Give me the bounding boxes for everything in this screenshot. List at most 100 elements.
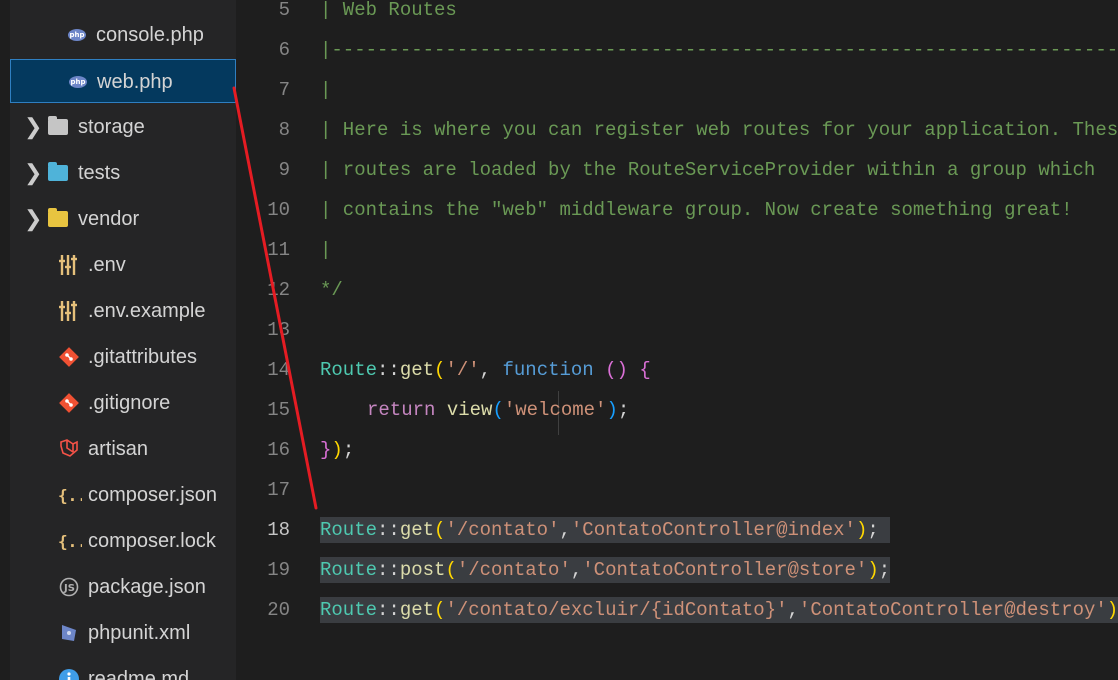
svg-text:{..}: {..}: [58, 532, 82, 551]
line-number: 13: [267, 319, 290, 341]
code-route-index: Route::get('/contato','ContatoController…: [320, 516, 891, 544]
file-tree-item[interactable]: phpunit.xml: [10, 611, 236, 655]
token-class: Route: [320, 519, 378, 541]
token-string: '/contato': [445, 519, 560, 541]
token-paren: ): [331, 439, 343, 461]
code-line-active[interactable]: 18 Route::get('/contato','ContatoControl…: [236, 508, 1118, 552]
file-tree-item[interactable]: .gitattributes: [10, 335, 236, 379]
chevron-right-icon[interactable]: ❯: [24, 207, 42, 231]
file-tree-item[interactable]: ❯ tests: [10, 151, 236, 195]
code-comment: |: [320, 239, 332, 261]
code-comment: |: [320, 79, 332, 101]
token-function: get: [399, 519, 435, 541]
token-function: view: [446, 399, 493, 421]
chevron-right-icon[interactable]: ❯: [24, 115, 42, 139]
code-return: return view('welcome');: [367, 396, 629, 424]
code-line[interactable]: 9 | routes are loaded by the RouteServic…: [236, 148, 1118, 192]
file-tree-item[interactable]: .gitignore: [10, 381, 236, 425]
code-close: });: [320, 436, 354, 464]
token-string: '/contato': [456, 559, 571, 581]
token-paren: ): [855, 519, 868, 541]
token-semicolon: ;: [878, 559, 891, 581]
code-editor[interactable]: 5 | Web Routes 6 |----------------------…: [236, 0, 1118, 680]
git-icon: [58, 392, 80, 414]
token-class: Route: [320, 359, 378, 381]
token-string: 'ContatoController@destroy': [798, 599, 1107, 621]
file-tree-item[interactable]: ❯ storage: [10, 105, 236, 149]
line-number: 8: [278, 119, 290, 141]
code-route-destroy: Route::get('/contato/excluir/{idContato}…: [320, 596, 1118, 624]
token-paren: (: [492, 399, 504, 421]
token-comma: ,: [479, 359, 503, 381]
file-tree-item-label: storage: [78, 116, 145, 138]
token-paren: ): [606, 399, 618, 421]
phpunit-icon: [58, 622, 80, 644]
line-number: 9: [278, 159, 290, 181]
line-number: 10: [267, 199, 290, 221]
file-explorer: php console.php php web.php ❯ storage ❯ tests ❯ v…: [10, 0, 236, 680]
token-paren: (: [445, 559, 457, 581]
token-brace: {: [639, 359, 651, 381]
git-icon: [58, 346, 80, 368]
info-icon: [58, 668, 80, 680]
token-semicolon: ;: [867, 519, 879, 541]
token-comma: ,: [570, 559, 583, 581]
code-line[interactable]: 19 Route::post('/contato','ContatoContro…: [236, 548, 1118, 592]
code-line[interactable]: 10 | contains the "web" middleware group…: [236, 188, 1118, 232]
code-line[interactable]: 7 |: [236, 68, 1118, 112]
file-tree-item[interactable]: php web.php: [10, 59, 236, 103]
token-string: 'ContatoController@index': [570, 519, 856, 541]
file-tree-item-label: phpunit.xml: [88, 622, 191, 644]
file-tree-item[interactable]: readme.md: [10, 657, 236, 680]
token-keyword: function: [502, 359, 594, 381]
code-line[interactable]: 20 Route::get('/contato/excluir/{idConta…: [236, 588, 1118, 632]
selection-highlight: Route::post('/contato','ContatoControlle…: [320, 557, 891, 583]
selection-highlight: Route::get('/contato/excluir/{idContato}…: [320, 597, 1118, 623]
code-line[interactable]: 16 });: [236, 428, 1118, 472]
code-line[interactable]: 17: [236, 468, 1118, 512]
file-tree-item-label: vendor: [78, 208, 140, 230]
code-line[interactable]: 15 return view('welcome');: [236, 388, 1118, 432]
token-paren: (: [605, 359, 617, 381]
folder-icon: [48, 116, 70, 138]
php-icon: php: [69, 76, 87, 88]
token-string: '/': [445, 359, 480, 381]
settings-sliders-icon: [58, 300, 80, 322]
file-tree-item-label: .env.example: [88, 300, 206, 322]
selection-highlight: Route::get('/contato','ContatoController…: [320, 517, 891, 543]
code-line[interactable]: 11 |: [236, 228, 1118, 272]
chevron-right-icon[interactable]: ❯: [24, 161, 42, 185]
file-tree-item[interactable]: ❯ vendor: [10, 197, 236, 241]
file-tree-item-label: web.php: [97, 71, 173, 93]
code-line[interactable]: 12 */: [236, 268, 1118, 312]
code-comment: |---------------------------------------…: [320, 39, 1118, 61]
file-tree-item[interactable]: php console.php: [10, 13, 236, 57]
code-comment: | Here is where you can register web rou…: [320, 119, 1118, 141]
settings-sliders-icon: [58, 254, 80, 276]
token-string: '/contato/excluir/{idContato}': [445, 599, 788, 621]
code-comment: | Web Routes: [320, 0, 457, 21]
token-paren: ): [616, 359, 628, 381]
token-paren: (: [434, 519, 446, 541]
file-tree-item[interactable]: {..} composer.json: [10, 473, 236, 517]
line-number: 15: [267, 399, 290, 421]
folder-vendor-icon: [48, 208, 70, 230]
code-line[interactable]: 8 | Here is where you can register web r…: [236, 108, 1118, 152]
file-tree-item[interactable]: {..} composer.lock: [10, 519, 236, 563]
code-line[interactable]: 13: [236, 308, 1118, 352]
code-line[interactable]: 6 |-------------------------------------…: [236, 28, 1118, 72]
file-tree-item[interactable]: artisan: [10, 427, 236, 471]
code-line[interactable]: 14 Route::get('/', function () {: [236, 348, 1118, 392]
code-comment: | routes are loaded by the RouteServiceP…: [320, 159, 1096, 181]
line-number: 16: [267, 439, 290, 461]
token-class: Route: [320, 599, 378, 621]
file-tree-item[interactable]: JS package.json: [10, 565, 236, 609]
token-class: Route: [320, 559, 378, 581]
file-tree-item[interactable]: .env: [10, 243, 236, 287]
file-tree-item-label: .gitignore: [88, 392, 171, 414]
file-tree-item[interactable]: .env.example: [10, 289, 236, 333]
line-number: 14: [267, 359, 290, 381]
line-number: 19: [267, 559, 290, 581]
token-paren: (: [434, 359, 446, 381]
token-operator: ::: [377, 519, 400, 541]
